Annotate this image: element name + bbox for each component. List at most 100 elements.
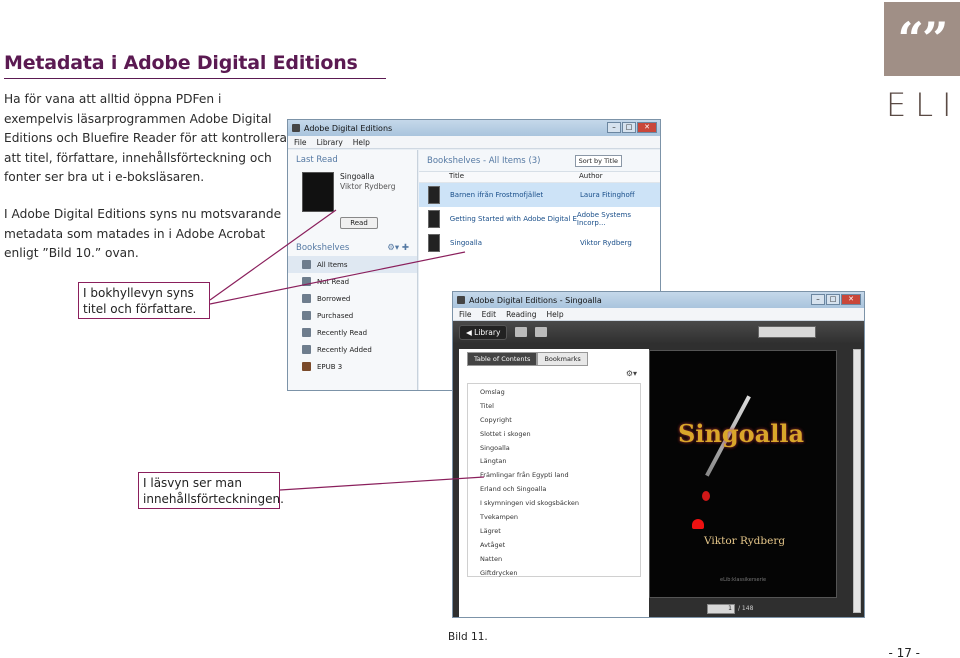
toc-item[interactable]: Främlingar från Egypti land bbox=[480, 469, 640, 483]
sort-select[interactable]: Sort by Title bbox=[574, 154, 622, 167]
shelf-label: Recently Added bbox=[317, 345, 372, 354]
shelf-icon bbox=[302, 294, 311, 303]
elib-logo-text: ELIB bbox=[886, 86, 960, 124]
shelf-recently-added[interactable]: Recently Added bbox=[288, 341, 417, 358]
page-input[interactable]: 1 bbox=[707, 603, 735, 614]
book-row[interactable]: Barnen ifrån Frostmofjället Laura Fiting… bbox=[419, 183, 660, 207]
window-controls: – □ ✕ bbox=[607, 122, 657, 133]
page-number: - 17 - bbox=[888, 646, 920, 658]
page-title: Metadata i Adobe Digital Editions bbox=[4, 52, 358, 74]
app-icon bbox=[457, 296, 465, 304]
shelf-icon bbox=[302, 277, 311, 286]
toc-item[interactable]: Slottet i skogen bbox=[480, 428, 640, 442]
shelf-label: All Items bbox=[317, 260, 348, 269]
toc-item[interactable]: Avtåget bbox=[480, 539, 640, 553]
toc-item[interactable]: Erland och Singoalla bbox=[480, 483, 640, 497]
toc-item[interactable]: Längtan bbox=[480, 455, 640, 469]
book-title: Getting Started with Adobe Digital Edi..… bbox=[449, 215, 577, 223]
book-row[interactable]: Singoalla Viktor Rydberg bbox=[419, 231, 660, 255]
book-author: Viktor Rydberg bbox=[580, 239, 632, 247]
book-icon bbox=[428, 210, 440, 228]
toc-item[interactable]: Natten bbox=[480, 553, 640, 567]
page-total: / 148 bbox=[738, 605, 754, 612]
shelf-all-items[interactable]: All Items bbox=[288, 256, 417, 273]
reader-scrollbar[interactable] bbox=[853, 349, 861, 613]
reader-menubar: File Edit Reading Help bbox=[453, 308, 864, 321]
close-icon[interactable]: ✕ bbox=[637, 122, 657, 133]
shelf-recently-read[interactable]: Recently Read bbox=[288, 324, 417, 341]
last-read-item[interactable]: Singoalla Viktor Rydberg bbox=[288, 170, 417, 214]
minimize-icon[interactable]: – bbox=[607, 122, 621, 133]
cover-title: Singoalla bbox=[678, 419, 805, 448]
shelf-epub3[interactable]: EPUB 3 bbox=[288, 358, 417, 375]
reader-titlebar: Adobe Digital Editions - Singoalla – □ ✕ bbox=[453, 292, 864, 308]
bookmark-icon[interactable] bbox=[515, 327, 528, 337]
heart-illustration bbox=[692, 519, 704, 529]
shelf-purchased[interactable]: Purchased bbox=[288, 307, 417, 324]
book-icon bbox=[428, 234, 440, 252]
toc-item[interactable]: Singoalla bbox=[480, 442, 640, 456]
close-icon[interactable]: ✕ bbox=[841, 294, 861, 305]
toc-item[interactable]: Copyright bbox=[480, 414, 640, 428]
cover-publisher: eLib:klassikerserie bbox=[720, 577, 767, 583]
shelf-label: Recently Read bbox=[317, 328, 368, 337]
maximize-icon[interactable]: □ bbox=[622, 122, 636, 133]
book-icon bbox=[428, 186, 440, 204]
app-icon bbox=[292, 124, 300, 132]
library-button[interactable]: ◀ Library bbox=[459, 324, 508, 340]
menu-edit[interactable]: Edit bbox=[482, 310, 497, 319]
menu-reading[interactable]: Reading bbox=[506, 310, 536, 319]
menu-help[interactable]: Help bbox=[547, 310, 564, 319]
column-title[interactable]: Title bbox=[449, 172, 579, 182]
cover-author: Viktor Rydberg bbox=[704, 535, 786, 547]
maximize-icon[interactable]: □ bbox=[826, 294, 840, 305]
book-list-header: Bookshelves - All Items (3) Sort by Titl… bbox=[419, 150, 660, 172]
shelf-borrowed[interactable]: Borrowed bbox=[288, 290, 417, 307]
shelf-options-gear-icon[interactable]: ⚙▾ ✚ bbox=[387, 243, 409, 253]
minimize-icon[interactable]: – bbox=[811, 294, 825, 305]
bookshelves-header: Bookshelves ⚙▾ ✚ bbox=[288, 235, 417, 256]
menu-file[interactable]: File bbox=[459, 310, 472, 319]
menu-help[interactable]: Help bbox=[353, 138, 370, 147]
toc-item[interactable]: Giftdrycken bbox=[480, 567, 640, 581]
read-button[interactable]: Read bbox=[340, 217, 378, 229]
book-title: Barnen ifrån Frostmofjället bbox=[450, 191, 544, 199]
toc-panel: Table of Contents Bookmarks ⚙▾ Omslag Ti… bbox=[459, 349, 649, 617]
book-row[interactable]: Getting Started with Adobe Digital Edi..… bbox=[419, 207, 660, 231]
toc-gear-icon[interactable]: ⚙▾ bbox=[459, 369, 649, 381]
book-author: Adobe Systems Incorp... bbox=[576, 211, 632, 227]
intro-paragraph: Ha för vana att alltid öppna PDFen i exe… bbox=[4, 92, 287, 184]
list-view-icon[interactable] bbox=[535, 327, 548, 337]
library-window-title: Adobe Digital Editions bbox=[304, 123, 393, 133]
tab-table-of-contents[interactable]: Table of Contents bbox=[467, 352, 538, 366]
reader-toolbar: ◀ Library bbox=[453, 321, 864, 343]
toc-item[interactable]: Lägret bbox=[480, 525, 640, 539]
shelf-icon bbox=[302, 345, 311, 354]
shelf-label: Purchased bbox=[317, 311, 354, 320]
toc-item[interactable]: Tvekampen bbox=[480, 511, 640, 525]
book-title: Singoalla bbox=[450, 239, 483, 247]
shelf-label: Borrowed bbox=[317, 294, 351, 303]
elib-quote-logo: “” bbox=[884, 2, 960, 76]
shelf-icon bbox=[302, 362, 311, 371]
window-controls: – □ ✕ bbox=[811, 294, 861, 305]
column-author[interactable]: Author bbox=[579, 172, 603, 182]
shelf-not-read[interactable]: Not Read bbox=[288, 273, 417, 290]
menu-file[interactable]: File bbox=[294, 138, 307, 147]
toc-item[interactable]: Omslag bbox=[480, 386, 640, 400]
reading-pane: Singoalla Viktor Rydberg eLib:klassikers… bbox=[649, 349, 860, 617]
zoom-field[interactable] bbox=[758, 326, 816, 338]
book-author: Laura Fitinghoff bbox=[580, 191, 635, 199]
toc-item[interactable]: Titel bbox=[480, 400, 640, 414]
reader-window-title: Adobe Digital Editions - Singoalla bbox=[469, 295, 602, 305]
bookshelf-callout: I bokhyllevyn syns titel och författare. bbox=[78, 282, 210, 319]
tab-bookmarks[interactable]: Bookmarks bbox=[537, 352, 588, 366]
library-menubar: File Library Help bbox=[288, 136, 660, 149]
book-cover: Singoalla Viktor Rydberg eLib:klassikers… bbox=[649, 350, 837, 598]
menu-library[interactable]: Library bbox=[317, 138, 343, 147]
library-sidebar: Last Read Singoalla Viktor Rydberg Read … bbox=[288, 150, 418, 390]
reader-window: Adobe Digital Editions - Singoalla – □ ✕… bbox=[452, 291, 865, 618]
last-read-title: Singoalla bbox=[340, 172, 375, 181]
shelf-label: Not Read bbox=[317, 277, 350, 286]
toc-item[interactable]: I skymningen vid skogsbäcken bbox=[480, 497, 640, 511]
